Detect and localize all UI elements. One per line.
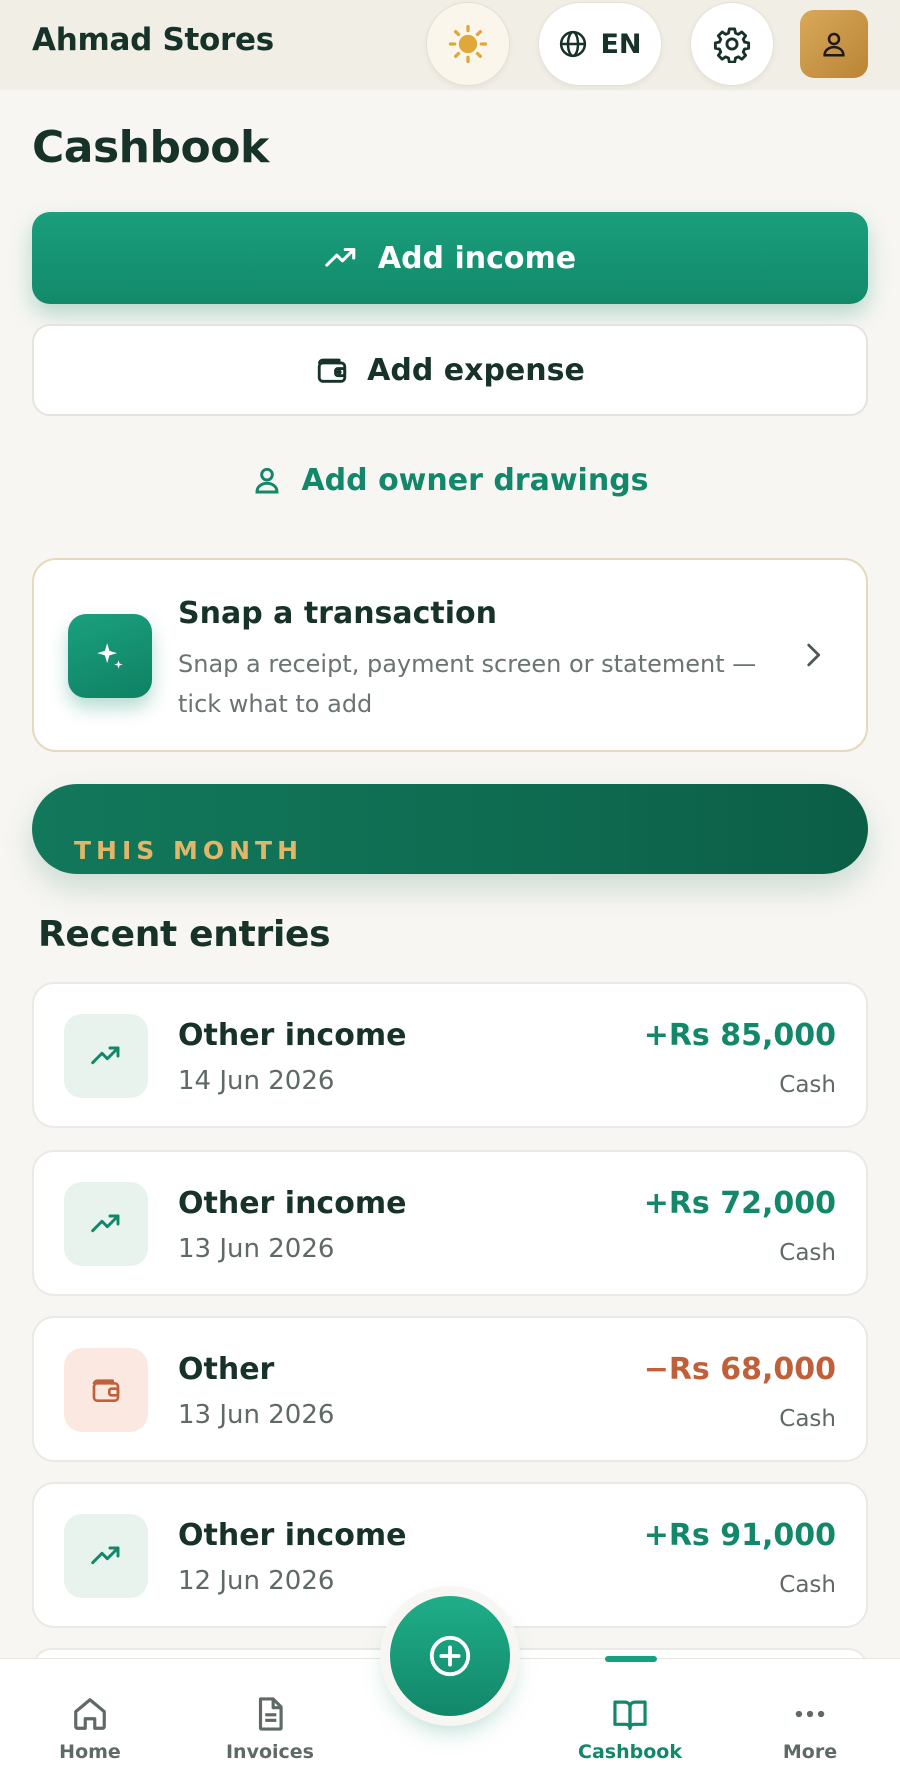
entry-icon-tile bbox=[64, 1348, 148, 1432]
active-tab-indicator bbox=[605, 1656, 657, 1662]
person-icon bbox=[255, 467, 279, 494]
wallet-icon bbox=[317, 358, 347, 383]
chevron-right-icon bbox=[807, 643, 821, 667]
globe-icon bbox=[560, 30, 587, 58]
trending-up-icon bbox=[91, 1046, 120, 1065]
gear-icon bbox=[713, 27, 751, 63]
nav-item-invoices[interactable]: Invoices bbox=[180, 1659, 360, 1792]
entry-amount: +Rs 85,000 bbox=[643, 1018, 836, 1053]
entry-icon-tile bbox=[64, 1514, 148, 1598]
nav-label: Invoices bbox=[225, 1741, 314, 1763]
recent-entries-title: Recent entries bbox=[38, 914, 331, 955]
settings-button[interactable] bbox=[690, 2, 774, 86]
add-expense-button[interactable]: Add expense bbox=[32, 324, 868, 416]
snap-transaction-card[interactable]: Snap a transaction Snap a receipt, payme… bbox=[32, 558, 868, 752]
entry-date: 12 Jun 2026 bbox=[178, 1566, 335, 1596]
trending-up-icon bbox=[91, 1214, 120, 1233]
add-income-label: Add income bbox=[377, 240, 577, 276]
language-label: EN bbox=[600, 28, 642, 60]
entry-row[interactable]: Other income 14 Jun 2026 +Rs 85,000 Cash bbox=[32, 982, 868, 1128]
entry-name: Other bbox=[178, 1352, 275, 1387]
entry-date: 14 Jun 2026 bbox=[178, 1066, 335, 1096]
entry-amount: +Rs 72,000 bbox=[643, 1186, 836, 1221]
sparkle-icon bbox=[97, 643, 123, 669]
trending-up-icon bbox=[325, 247, 356, 267]
snap-description: Snap a receipt, payment screen or statem… bbox=[178, 650, 757, 718]
add-owner-drawings-button[interactable]: Add owner drawings bbox=[32, 440, 868, 520]
nav-label: More bbox=[782, 1741, 838, 1763]
snap-title: Snap a transaction bbox=[178, 596, 498, 631]
book-icon bbox=[613, 1700, 647, 1730]
sun-icon bbox=[448, 24, 488, 64]
entry-icon-tile bbox=[64, 1014, 148, 1098]
app-header: Ahmad Stores EN bbox=[0, 0, 900, 90]
trending-up-icon bbox=[91, 1546, 120, 1565]
nav-label: Cashbook bbox=[578, 1741, 682, 1763]
profile-avatar-button[interactable] bbox=[800, 10, 868, 78]
snap-icon-tile bbox=[68, 614, 152, 698]
home-icon bbox=[74, 1698, 106, 1730]
more-icon bbox=[795, 1710, 825, 1718]
nav-item-more[interactable]: More bbox=[720, 1659, 900, 1792]
nav-item-cashbook[interactable]: Cashbook bbox=[540, 1659, 720, 1792]
page-title: Cashbook bbox=[32, 122, 269, 173]
entry-amount: +Rs 91,000 bbox=[643, 1518, 836, 1553]
entry-payment-method: Cash bbox=[779, 1572, 836, 1598]
brand-name: Ahmad Stores bbox=[32, 22, 274, 58]
this-month-label: THIS MONTH bbox=[74, 836, 304, 865]
wallet-icon bbox=[92, 1379, 120, 1402]
entry-row[interactable]: Other income 13 Jun 2026 +Rs 72,000 Cash bbox=[32, 1150, 868, 1296]
entry-row[interactable]: Other 13 Jun 2026 −Rs 68,000 Cash bbox=[32, 1316, 868, 1462]
entry-icon-tile bbox=[64, 1182, 148, 1266]
entry-name: Other income bbox=[178, 1018, 407, 1053]
entry-name: Other income bbox=[178, 1186, 407, 1221]
entry-payment-method: Cash bbox=[779, 1072, 836, 1098]
plus-circle-icon bbox=[429, 1635, 471, 1677]
entry-date: 13 Jun 2026 bbox=[178, 1234, 335, 1264]
add-expense-label: Add expense bbox=[367, 352, 585, 388]
entry-payment-method: Cash bbox=[779, 1240, 836, 1266]
add-income-button[interactable]: Add income bbox=[32, 212, 868, 304]
entry-date: 13 Jun 2026 bbox=[178, 1400, 335, 1430]
entry-name: Other income bbox=[178, 1518, 407, 1553]
document-icon bbox=[258, 1697, 283, 1731]
user-icon bbox=[823, 32, 845, 57]
entry-amount: −Rs 68,000 bbox=[643, 1352, 836, 1387]
theme-toggle-button[interactable] bbox=[426, 2, 510, 86]
quick-add-fab-button[interactable] bbox=[390, 1596, 510, 1716]
nav-label: Home bbox=[59, 1741, 121, 1763]
add-owner-drawings-label: Add owner drawings bbox=[301, 462, 649, 498]
this-month-summary-card[interactable]: THIS MONTH bbox=[32, 784, 868, 874]
language-button[interactable]: EN bbox=[538, 2, 662, 86]
entry-payment-method: Cash bbox=[779, 1406, 836, 1432]
nav-item-home[interactable]: Home bbox=[0, 1659, 180, 1792]
